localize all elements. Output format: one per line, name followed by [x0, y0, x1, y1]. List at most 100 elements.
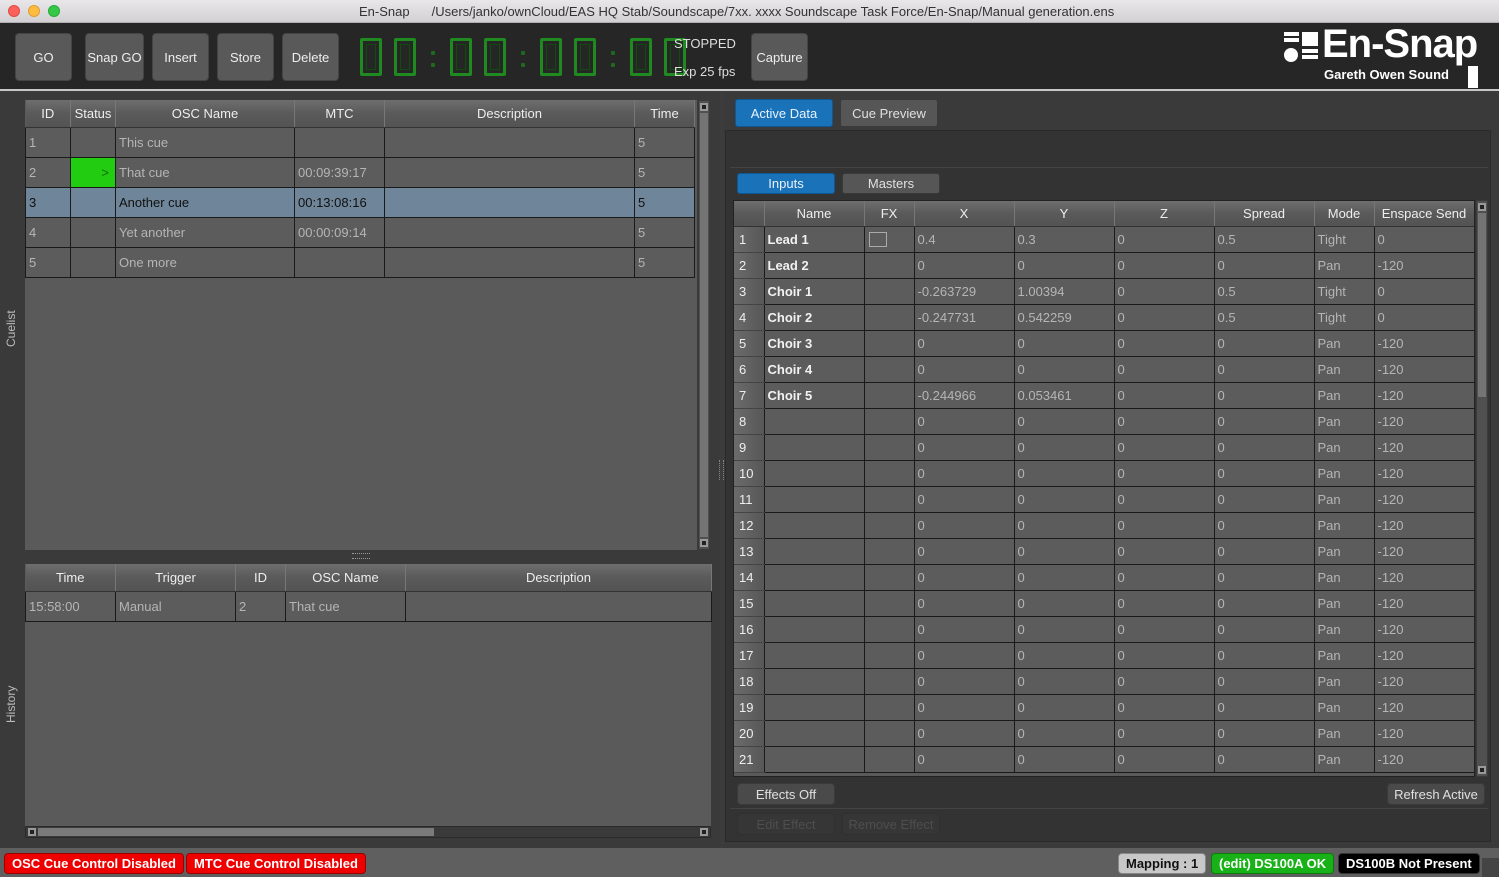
column-header[interactable]: MTC	[294, 100, 385, 128]
input-row[interactable]: 17 0 0 0 0 Pan -120	[734, 641, 1474, 669]
input-enspace-cell[interactable]: 0	[1373, 277, 1474, 305]
input-y-cell[interactable]: 0	[1013, 407, 1115, 435]
input-name-cell[interactable]	[763, 407, 865, 435]
input-x-cell[interactable]: 0	[913, 459, 1015, 487]
remove-effect-button[interactable]: Remove Effect	[842, 813, 940, 835]
store-button[interactable]: Store	[217, 33, 274, 81]
input-x-cell[interactable]: 0	[913, 485, 1015, 513]
column-header[interactable]: Time	[25, 564, 116, 592]
input-z-cell[interactable]: 0	[1113, 407, 1215, 435]
input-z-cell[interactable]: 0	[1113, 745, 1215, 773]
cue-row[interactable]: 4 Yet another 00:00:09:14 5	[25, 216, 695, 248]
input-mode-cell[interactable]: Pan	[1313, 433, 1375, 461]
input-spread-cell[interactable]: 0	[1213, 459, 1315, 487]
input-z-cell[interactable]: 0	[1113, 355, 1215, 383]
input-name-cell[interactable]: Choir 3	[763, 329, 865, 357]
input-mode-cell[interactable]: Pan	[1313, 381, 1375, 409]
input-row[interactable]: 5 Choir 3 0 0 0 0 Pan -120	[734, 329, 1474, 357]
input-x-cell[interactable]: 0.4	[913, 225, 1015, 253]
input-enspace-cell[interactable]: -120	[1373, 511, 1474, 539]
delete-button[interactable]: Delete	[282, 33, 339, 81]
column-header[interactable]: Name	[764, 201, 865, 227]
column-header[interactable]	[734, 201, 765, 227]
input-enspace-cell[interactable]: -120	[1373, 667, 1474, 695]
input-z-cell[interactable]: 0	[1113, 485, 1215, 513]
input-z-cell[interactable]: 0	[1113, 693, 1215, 721]
input-name-cell[interactable]	[763, 745, 865, 773]
input-row[interactable]: 12 0 0 0 0 Pan -120	[734, 511, 1474, 539]
column-header[interactable]: Description	[384, 100, 635, 128]
input-name-cell[interactable]	[763, 693, 865, 721]
input-spread-cell[interactable]: 0	[1213, 693, 1315, 721]
scrollbar-thumb[interactable]	[1478, 213, 1486, 397]
input-spread-cell[interactable]: 0	[1213, 355, 1315, 383]
input-name-cell[interactable]: Lead 2	[763, 251, 865, 279]
input-spread-cell[interactable]: 0	[1213, 589, 1315, 617]
input-y-cell[interactable]: 0	[1013, 563, 1115, 591]
input-row[interactable]: 19 0 0 0 0 Pan -120	[734, 693, 1474, 721]
input-row[interactable]: 20 0 0 0 0 Pan -120	[734, 719, 1474, 747]
input-mode-cell[interactable]: Pan	[1313, 355, 1375, 383]
effects-off-button[interactable]: Effects Off	[737, 783, 835, 805]
input-z-cell[interactable]: 0	[1113, 615, 1215, 643]
input-spread-cell[interactable]: 0	[1213, 563, 1315, 591]
input-z-cell[interactable]: 0	[1113, 563, 1215, 591]
input-x-cell[interactable]: 0	[913, 563, 1015, 591]
refresh-active-button[interactable]: Refresh Active	[1387, 783, 1485, 805]
input-z-cell[interactable]: 0	[1113, 329, 1215, 357]
input-enspace-cell[interactable]: -120	[1373, 615, 1474, 643]
input-fx-cell[interactable]	[863, 277, 915, 305]
inputs-vertical-scrollbar[interactable]	[1476, 200, 1488, 777]
input-name-cell[interactable]	[763, 537, 865, 565]
input-y-cell[interactable]: 0	[1013, 615, 1115, 643]
column-header[interactable]: Spread	[1214, 201, 1315, 227]
column-header[interactable]: ID	[25, 100, 71, 128]
input-y-cell[interactable]: 0.3	[1013, 225, 1115, 253]
input-mode-cell[interactable]: Pan	[1313, 407, 1375, 435]
input-enspace-cell[interactable]: -120	[1373, 459, 1474, 487]
input-x-cell[interactable]: 0	[913, 589, 1015, 617]
snap-go-button[interactable]: Snap GO	[85, 33, 144, 81]
column-header[interactable]: ID	[235, 564, 286, 592]
maximize-window-button[interactable]	[48, 5, 60, 17]
mapping-badge[interactable]: Mapping : 1	[1118, 853, 1207, 874]
column-header[interactable]: OSC Name	[115, 100, 295, 128]
input-row[interactable]: 6 Choir 4 0 0 0 0 Pan -120	[734, 355, 1474, 383]
input-enspace-cell[interactable]: -120	[1373, 693, 1474, 721]
close-window-button[interactable]	[8, 5, 20, 17]
input-fx-cell[interactable]	[863, 251, 915, 279]
input-name-cell[interactable]: Choir 1	[763, 277, 865, 305]
capture-button[interactable]: Capture	[751, 33, 808, 81]
input-mode-cell[interactable]: Pan	[1313, 485, 1375, 513]
input-name-cell[interactable]: Choir 2	[763, 303, 865, 331]
input-fx-cell[interactable]	[863, 303, 915, 331]
input-fx-cell[interactable]	[863, 407, 915, 435]
cue-row[interactable]: 5 One more 5	[25, 246, 695, 278]
input-fx-cell[interactable]	[863, 693, 915, 721]
input-name-cell[interactable]	[763, 485, 865, 513]
tab-cue-preview[interactable]: Cue Preview	[840, 99, 938, 127]
input-spread-cell[interactable]: 0	[1213, 485, 1315, 513]
input-name-cell[interactable]	[763, 615, 865, 643]
input-spread-cell[interactable]: 0	[1213, 433, 1315, 461]
input-enspace-cell[interactable]: -120	[1373, 355, 1474, 383]
input-y-cell[interactable]: 0.542259	[1013, 303, 1115, 331]
input-row[interactable]: 16 0 0 0 0 Pan -120	[734, 615, 1474, 643]
input-y-cell[interactable]: 0	[1013, 433, 1115, 461]
input-z-cell[interactable]: 0	[1113, 251, 1215, 279]
input-name-cell[interactable]	[763, 563, 865, 591]
input-enspace-cell[interactable]: -120	[1373, 251, 1474, 279]
history-row[interactable]: 15:58:00 Manual 2 That cue	[25, 590, 712, 622]
input-x-cell[interactable]: -0.247731	[913, 303, 1015, 331]
column-header[interactable]: Y	[1014, 201, 1115, 227]
column-header[interactable]: Enspace Send	[1374, 201, 1474, 227]
input-mode-cell[interactable]: Tight	[1313, 277, 1375, 305]
input-enspace-cell[interactable]: -120	[1373, 407, 1474, 435]
input-fx-cell[interactable]	[863, 745, 915, 773]
input-enspace-cell[interactable]: -120	[1373, 485, 1474, 513]
input-x-cell[interactable]: 0	[913, 251, 1015, 279]
input-z-cell[interactable]: 0	[1113, 277, 1215, 305]
input-row[interactable]: 21 0 0 0 0 Pan -120	[734, 745, 1474, 773]
input-fx-cell[interactable]	[863, 433, 915, 461]
subtab-inputs[interactable]: Inputs	[737, 173, 835, 194]
